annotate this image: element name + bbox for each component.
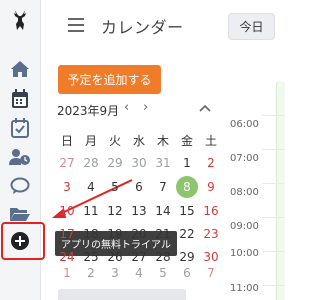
time-label: 10:00 [230, 248, 259, 259]
calendar-day[interactable]: 14 [153, 204, 173, 218]
calendar-day[interactable]: 21 [153, 227, 173, 241]
calendar-day[interactable]: 28 [153, 250, 173, 264]
calendar-day[interactable]: 4 [81, 180, 101, 194]
time-label: 08:00 [230, 187, 259, 198]
task-check-icon[interactable] [8, 116, 32, 140]
page-title: カレンダー [101, 18, 184, 37]
calendar-day[interactable]: 15 [177, 204, 197, 218]
hour-line [262, 183, 284, 184]
weekday-tue: 火 [108, 134, 121, 148]
calendar-day[interactable]: 25 [81, 250, 101, 264]
calendar-day[interactable]: 6 [177, 266, 197, 280]
calendar-day[interactable]: 16 [201, 204, 221, 218]
time-label: 11:00 [230, 283, 259, 294]
weekday-sun: 日 [60, 134, 73, 148]
calendar-day[interactable]: 31 [153, 156, 173, 170]
calendar-day[interactable]: 29 [105, 156, 125, 170]
home-icon[interactable] [8, 57, 32, 81]
calendar-day[interactable]: 13 [129, 204, 149, 218]
chevron-left-icon[interactable]: ‹ [124, 100, 129, 115]
calendar-day[interactable]: 17 [57, 227, 77, 241]
calendar-day[interactable]: 1 [177, 156, 197, 170]
calendar-day[interactable]: 18 [81, 227, 101, 241]
weekday-wed: 水 [132, 134, 145, 148]
bottom-panel[interactable] [58, 289, 186, 300]
calendar-day[interactable]: 9 [201, 180, 221, 194]
calendar-day[interactable]: 30 [129, 156, 149, 170]
calendar-day[interactable]: 26 [105, 250, 125, 264]
hamburger-menu-icon[interactable] [66, 14, 88, 36]
calendar-day[interactable]: 3 [57, 180, 77, 194]
time-label: 07:00 [230, 153, 259, 164]
calendar-day[interactable]: 3 [105, 266, 125, 280]
calendar-day[interactable]: 30 [201, 250, 221, 264]
weekday-sat: 土 [204, 134, 217, 148]
calendar-day[interactable]: 8 [176, 176, 198, 198]
calendar-day[interactable]: 4 [129, 266, 149, 280]
hour-line [262, 251, 284, 252]
month-label: 2023年9月 [57, 104, 120, 118]
calendar-day[interactable]: 10 [57, 204, 77, 218]
weekday-fri: 金 [180, 134, 193, 148]
calendar-day[interactable]: 5 [105, 180, 125, 194]
time-label: 09:00 [230, 221, 259, 232]
calendar-day[interactable]: 24 [57, 250, 77, 264]
chevron-up-icon[interactable] [199, 101, 211, 115]
calendar-day[interactable]: 20 [129, 227, 149, 241]
calendar-day[interactable]: 7 [153, 180, 173, 194]
time-label: 06:00 [230, 119, 259, 130]
chat-bubble-icon[interactable] [8, 174, 32, 198]
hour-line [262, 285, 284, 286]
calendar-day[interactable]: 11 [81, 204, 101, 218]
calendar-day[interactable]: 5 [153, 266, 173, 280]
header: カレンダー 今日 [40, 0, 284, 52]
calendar-day[interactable]: 22 [177, 227, 197, 241]
calendar-day[interactable]: 23 [201, 227, 221, 241]
add-app-highlight-box [1, 222, 45, 260]
calendar-icon[interactable] [8, 87, 32, 111]
hour-line [262, 217, 284, 218]
hour-line [262, 115, 284, 116]
chevron-right-icon[interactable]: › [143, 100, 148, 115]
calendar-day[interactable]: 12 [105, 204, 125, 218]
calendar-day[interactable]: 2 [81, 266, 101, 280]
today-button[interactable]: 今日 [228, 13, 275, 40]
calendar-day[interactable]: 27 [129, 250, 149, 264]
user-clock-icon[interactable] [8, 145, 32, 169]
calendar-day[interactable]: 28 [81, 156, 101, 170]
calendar-day[interactable]: 19 [105, 227, 125, 241]
weekday-mon: 月 [84, 134, 97, 148]
calendar-day[interactable]: 2 [201, 156, 221, 170]
hour-line [262, 149, 284, 150]
deer-logo-icon[interactable] [8, 8, 32, 32]
weekday-thu: 木 [156, 134, 169, 148]
calendar-day[interactable]: 6 [129, 180, 149, 194]
calendar-day[interactable]: 29 [177, 250, 197, 264]
add-event-button[interactable]: 予定を追加する [58, 65, 161, 94]
calendar-day[interactable]: 1 [57, 266, 77, 280]
calendar-day[interactable]: 7 [201, 266, 221, 280]
calendar-day[interactable]: 27 [57, 156, 77, 170]
